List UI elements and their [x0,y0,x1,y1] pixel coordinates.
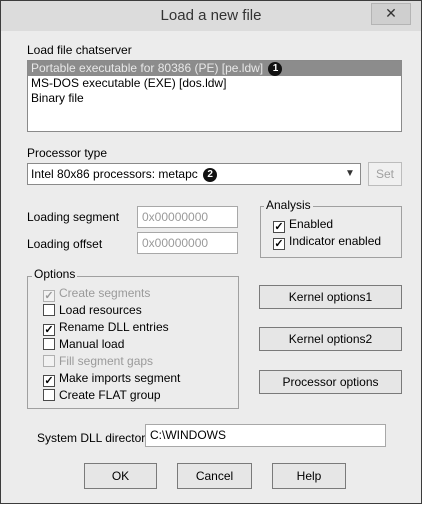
list-item-label: MS-DOS executable (EXE) [dos.ldw] [31,76,227,90]
file-format-list[interactable]: Portable executable for 80386 (PE) [pe.l… [27,60,402,132]
checkbox-checked-icon: ✓ [43,375,55,387]
cancel-button[interactable]: Cancel [177,463,252,489]
create-flat-group-checkbox[interactable]: Create FLAT group [43,387,161,403]
processor-type-label: Processor type [27,146,108,160]
kernel-options1-button[interactable]: Kernel options1 [259,285,402,309]
list-item[interactable]: MS-DOS executable (EXE) [dos.ldw] [28,76,401,91]
callout-badge: 2 [203,167,218,182]
system-dll-label: System DLL directory [37,431,152,445]
create-segments-checkbox[interactable]: ✓ Create segments [43,285,150,302]
loading-segment-field[interactable]: 0x00000000 [137,206,238,228]
indicator-enabled-label: Indicator enabled [289,234,382,248]
analysis-enabled-checkbox[interactable]: ✓ Enabled [273,216,333,233]
manual-load-label: Manual load [59,337,125,351]
chevron-down-icon[interactable]: ▼ [343,164,357,184]
close-icon: ✕ [385,5,397,21]
checkbox-checked-icon: ✓ [43,290,55,302]
checkbox-unchecked-icon [43,355,55,367]
checkbox-unchecked-icon [43,389,55,401]
close-button[interactable]: ✕ [371,3,411,25]
processor-options-button[interactable]: Processor options [259,370,402,394]
processor-type-value: Intel 80x86 processors: metapc [31,167,198,181]
ok-button[interactable]: OK [84,463,157,489]
loading-segment-label: Loading segment [27,210,119,224]
manual-load-checkbox[interactable]: Manual load [43,336,124,352]
processor-type-select[interactable]: Intel 80x86 processors: metapc 2 ▼ [27,163,361,185]
options-title: Options [32,267,78,281]
loading-segment-label-text: Loading segment [27,210,120,224]
rename-dll-entries-label: Rename DLL entries [59,320,169,334]
help-button[interactable]: Help [272,463,346,489]
checkbox-unchecked-icon [43,304,55,316]
indicator-enabled-checkbox[interactable]: ✓ Indicator enabled [273,233,381,250]
create-flat-group-label: Create FLAT group [59,388,161,402]
list-item[interactable]: Portable executable for 80386 (PE) [pe.l… [28,61,401,76]
load-resources-label: Load resources [59,303,142,317]
analysis-enabled-label: Enabled [289,217,334,231]
load-file-label: Load file chatserver [27,43,132,57]
checkbox-checked-icon: ✓ [273,238,285,250]
fill-segment-gaps-checkbox[interactable]: Fill segment gaps [43,353,153,369]
list-item[interactable]: Binary file [28,91,401,106]
checkbox-checked-icon: ✓ [43,324,55,336]
loading-offset-field[interactable]: 0x00000000 [137,232,238,254]
callout-badge: 1 [268,61,283,76]
create-segments-label: Create segments [59,286,151,300]
kernel-options2-button[interactable]: Kernel options2 [259,327,402,351]
dialog-title: Load a new file [160,7,262,24]
loading-offset-label: Loading offset [27,237,102,251]
fill-segment-gaps-label: Fill segment gaps [59,354,154,368]
list-item-label: Binary file [31,91,84,105]
system-dll-field[interactable]: C:\WINDOWS [145,424,386,447]
rename-dll-entries-checkbox[interactable]: ✓ Rename DLL entries [43,319,169,336]
checkbox-checked-icon: ✓ [273,221,285,233]
make-imports-segment-label: Make imports segment [59,371,181,385]
loading-offset-label-text: Loading offset [27,237,103,251]
title-bar: Load a new file ✕ [1,1,421,31]
load-file-dialog: Load a new file ✕ Load file chatserver P… [0,0,422,504]
set-button[interactable]: Set [368,162,402,186]
make-imports-segment-checkbox[interactable]: ✓ Make imports segment [43,370,180,387]
checkbox-unchecked-icon [43,338,55,350]
load-resources-checkbox[interactable]: Load resources [43,302,142,318]
list-item-label: Portable executable for 80386 (PE) [pe.l… [31,61,264,75]
analysis-title: Analysis [264,198,313,212]
